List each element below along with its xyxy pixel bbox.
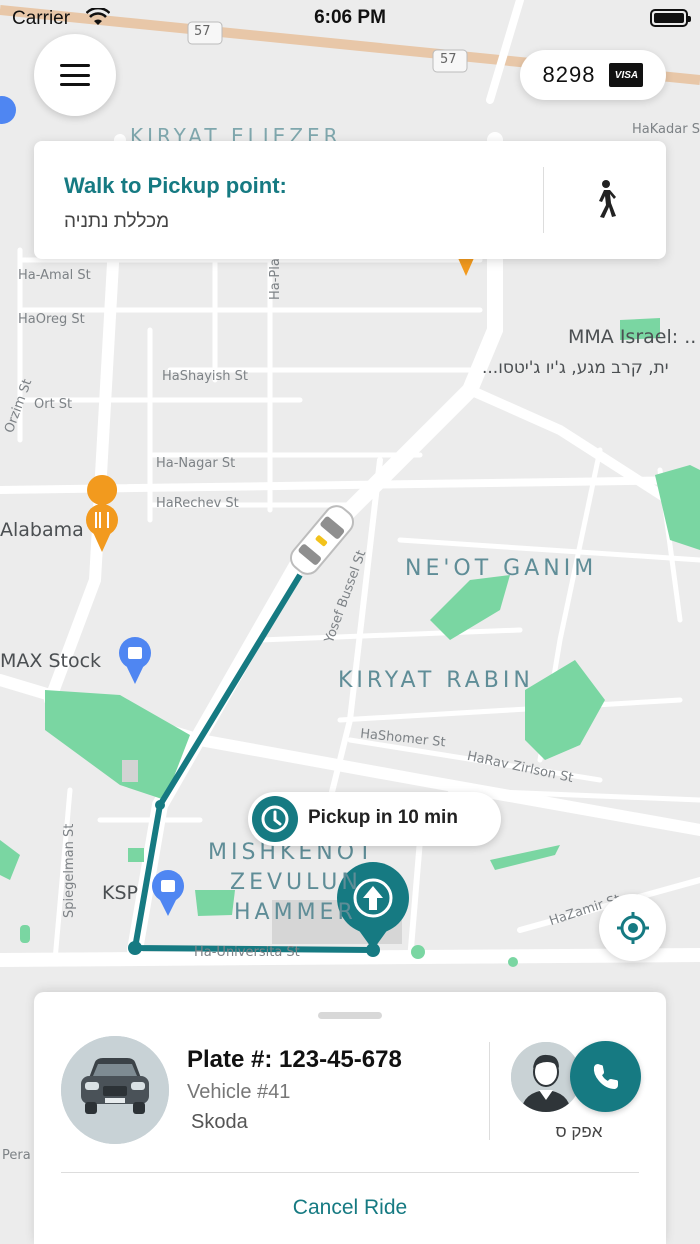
pickup-eta-bubble: Pickup in 10 min — [248, 792, 501, 846]
battery-icon — [650, 9, 691, 27]
card-last-digits: 8298 — [542, 62, 596, 87]
call-driver-button[interactable] — [570, 1041, 641, 1112]
poi-label[interactable]: Alabama — [0, 519, 84, 541]
payment-method-button[interactable]: 8298 VISA — [520, 50, 666, 100]
neighborhood-label: HAMMER — [234, 900, 357, 925]
cancel-ride-button[interactable]: Cancel Ride — [34, 1196, 666, 1220]
license-plate: Plate #: 123-45-678 — [187, 1046, 402, 1073]
my-location-button[interactable] — [599, 894, 666, 961]
poi-label[interactable]: KSP — [102, 882, 138, 904]
street-label: Ha-Universita St — [194, 945, 300, 960]
street-label: HaRechev St — [156, 496, 239, 511]
walking-person-icon[interactable] — [590, 179, 618, 219]
pickup-eta-text: Pickup in 10 min — [308, 807, 458, 828]
street-label: Pera — [2, 1148, 31, 1163]
street-label: Ha-Nagar St — [156, 456, 236, 471]
driver-name: אפק ס — [555, 1122, 603, 1141]
clock-time: 6:06 PM — [314, 7, 386, 28]
poi-label[interactable]: MAX Stock — [0, 650, 101, 672]
route-number: 57 — [440, 52, 457, 67]
street-label: HaShayish St — [162, 369, 248, 384]
car-icon — [61, 1036, 169, 1144]
street-label: HaOreg St — [18, 312, 85, 327]
street-label: HaKadar St — [632, 122, 700, 137]
walk-card-title: Walk to Pickup point: — [64, 173, 287, 198]
vehicle-avatar — [61, 1036, 169, 1144]
vehicle-make: Skoda — [191, 1111, 248, 1133]
crosshair-icon — [616, 911, 649, 944]
phone-icon — [593, 1063, 618, 1089]
visa-card-icon: VISA — [609, 63, 644, 87]
vehicle-number: Vehicle #41 — [187, 1081, 291, 1103]
walk-to-pickup-card[interactable]: Walk to Pickup point: מכללת נתניה — [34, 141, 666, 259]
card-divider — [543, 167, 544, 233]
menu-button[interactable] — [34, 34, 116, 116]
ride-details-sheet[interactable]: Plate #: 123-45-678 Vehicle #41 Skoda אפ… — [34, 992, 666, 1244]
neighborhood-label: KIRYAT RABIN — [338, 668, 534, 693]
neighborhood-label: ZEVULUN — [230, 870, 362, 895]
drag-handle[interactable] — [318, 1012, 382, 1019]
poi-label[interactable]: ...ית, קרב מגע, ג'יו ג'יטסו — [482, 358, 669, 378]
pickup-location-name: מכללת נתניה — [64, 211, 170, 232]
clock-icon — [252, 796, 298, 842]
sheet-divider — [489, 1042, 490, 1140]
street-label: Spiegelman St — [62, 823, 77, 918]
neighborhood-label: NE'OT GANIM — [405, 556, 598, 581]
sheet-separator — [61, 1172, 639, 1173]
hamburger-icon — [60, 64, 90, 86]
street-label: Ort St — [34, 397, 73, 412]
street-label: Ha-Amal St — [18, 268, 91, 283]
status-bar: Carrier 6:06 PM — [0, 0, 700, 38]
poi-label[interactable]: MMA Israel: .. — [568, 326, 696, 348]
